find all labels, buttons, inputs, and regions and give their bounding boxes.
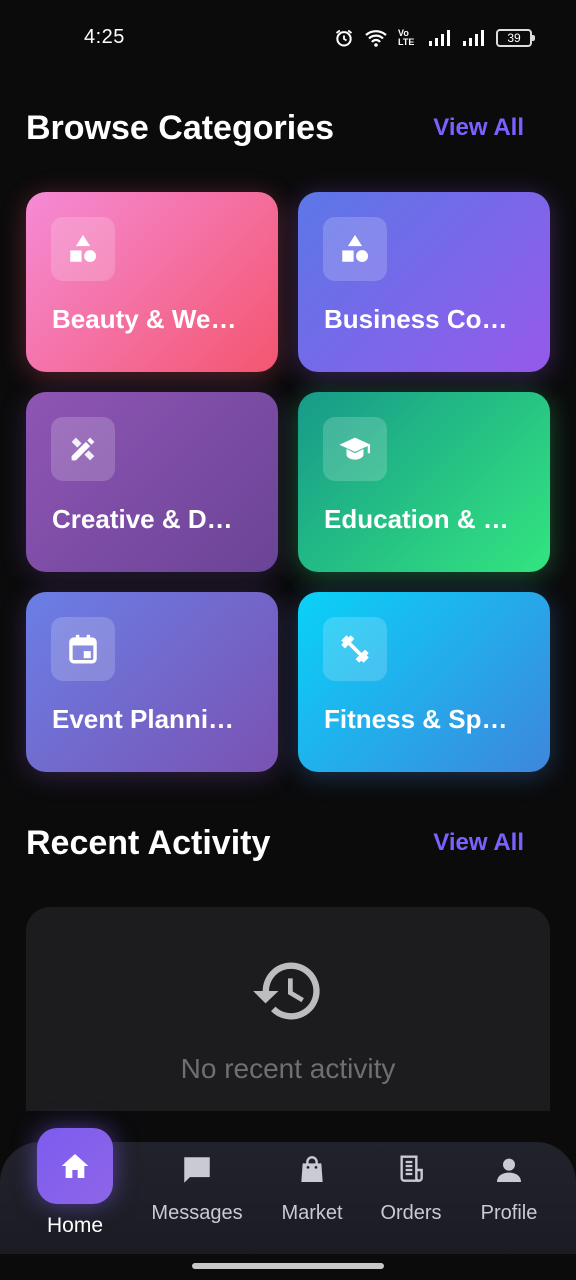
status-icons: Vo LTE 39 bbox=[334, 26, 535, 50]
alarm-icon bbox=[334, 28, 354, 48]
recent-activity-card: No recent activity bbox=[26, 907, 550, 1111]
recent-activity-title: Recent Activity bbox=[26, 823, 271, 862]
status-bar: 4:25 Vo LTE 39 bbox=[0, 0, 576, 78]
category-label: Business Co… bbox=[324, 304, 508, 334]
category-card-fitness[interactable]: Fitness & Sp… bbox=[298, 592, 550, 772]
browse-categories-title: Browse Categories bbox=[26, 108, 334, 147]
category-label: Beauty & We… bbox=[52, 304, 237, 334]
nav-profile-label: Profile bbox=[480, 1202, 538, 1224]
category-card-creative[interactable]: Creative & D… bbox=[26, 392, 278, 572]
person-icon bbox=[493, 1150, 525, 1190]
shopping-bag-icon bbox=[296, 1150, 328, 1190]
category-card-event[interactable]: Event Planni… bbox=[26, 592, 278, 772]
nav-market-label: Market bbox=[281, 1202, 343, 1224]
category-card-education[interactable]: Education & … bbox=[298, 392, 550, 572]
wifi-icon bbox=[364, 28, 388, 48]
signal-icon-2 bbox=[462, 29, 486, 47]
gesture-bar bbox=[192, 1263, 384, 1269]
nav-market[interactable]: Market bbox=[272, 1142, 352, 1254]
category-label: Creative & D… bbox=[52, 504, 233, 534]
volte-icon: Vo LTE bbox=[398, 28, 415, 47]
bottom-nav: Home Messages Market Orders Profile bbox=[0, 1128, 576, 1254]
receipt-icon bbox=[395, 1150, 427, 1190]
nav-orders-label: Orders bbox=[380, 1202, 442, 1224]
nav-home-label: Home bbox=[46, 1214, 104, 1237]
category-label: Event Planni… bbox=[52, 704, 235, 734]
nav-messages-label: Messages bbox=[151, 1202, 243, 1224]
home-icon bbox=[37, 1128, 113, 1204]
shapes-icon bbox=[323, 217, 387, 281]
history-icon bbox=[250, 953, 326, 1034]
category-label: Fitness & Sp… bbox=[324, 704, 508, 734]
battery-icon: 39 bbox=[496, 29, 535, 47]
status-time: 4:25 bbox=[84, 26, 125, 48]
empty-activity-text: No recent activity bbox=[180, 1053, 396, 1084]
design-tools-icon bbox=[51, 417, 115, 481]
nav-orders[interactable]: Orders bbox=[374, 1142, 448, 1254]
signal-icon-1 bbox=[428, 29, 452, 47]
message-icon bbox=[180, 1150, 214, 1190]
nav-profile[interactable]: Profile bbox=[474, 1142, 544, 1254]
dumbbell-icon bbox=[323, 617, 387, 681]
recent-view-all-link[interactable]: View All bbox=[433, 829, 526, 857]
nav-messages[interactable]: Messages bbox=[146, 1142, 248, 1254]
category-card-business[interactable]: Business Co… bbox=[298, 192, 550, 372]
app-screen: 4:25 Vo LTE 39 Browse Categories View Al… bbox=[0, 0, 576, 1280]
categories-view-all-link[interactable]: View All bbox=[433, 114, 526, 142]
recent-activity-header: Recent Activity View All bbox=[26, 819, 526, 867]
graduation-cap-icon bbox=[323, 417, 387, 481]
category-label: Education & … bbox=[324, 504, 509, 534]
calendar-icon bbox=[51, 617, 115, 681]
browse-categories-header: Browse Categories View All bbox=[26, 104, 526, 152]
nav-home[interactable]: Home bbox=[30, 1128, 120, 1254]
category-card-beauty[interactable]: Beauty & We… bbox=[26, 192, 278, 372]
shapes-icon bbox=[51, 217, 115, 281]
